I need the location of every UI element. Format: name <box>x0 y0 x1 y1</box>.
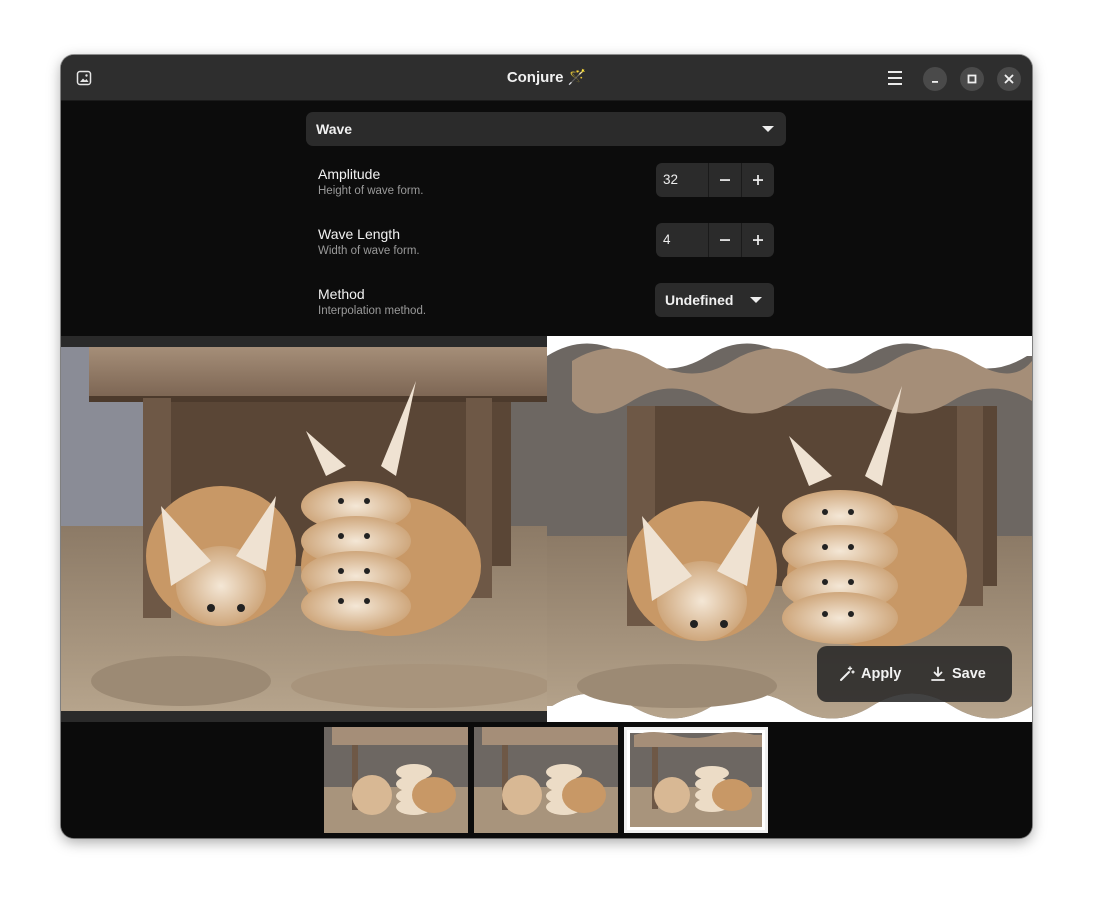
effect-dropdown-label: Wave <box>316 121 353 137</box>
maximize-icon <box>967 74 977 84</box>
thumbnail-strip <box>61 722 1032 838</box>
amplitude-increase-button[interactable] <box>741 163 774 197</box>
main-menu-button[interactable] <box>881 67 909 89</box>
minimize-button[interactable] <box>923 67 947 91</box>
effect-dropdown[interactable]: Wave <box>306 112 786 146</box>
menu-icon-line <box>888 83 902 85</box>
wave-length-row: Wave Length Width of wave form. 4 <box>318 223 774 270</box>
menu-icon-line <box>888 71 902 73</box>
minus-icon <box>720 239 730 241</box>
close-icon <box>1004 74 1014 84</box>
amplitude-spinbutton: 32 <box>656 163 774 197</box>
header-bar: Conjure 🪄 <box>61 55 1032 101</box>
apply-button[interactable]: Apply <box>839 658 909 690</box>
thumbnail-original[interactable] <box>324 727 468 833</box>
method-subtitle: Interpolation method. <box>318 305 427 317</box>
save-label: Save <box>952 666 986 682</box>
maximize-button[interactable] <box>960 67 984 91</box>
wave-length-value[interactable]: 4 <box>663 223 671 257</box>
thumbnail-variant[interactable] <box>474 727 618 833</box>
wave-length-title: Wave Length <box>318 226 400 242</box>
plus-icon <box>753 175 763 185</box>
minus-icon <box>720 179 730 181</box>
amplitude-value[interactable]: 32 <box>663 163 678 197</box>
wave-length-decrease-button[interactable] <box>708 223 741 257</box>
wave-length-subtitle: Width of wave form. <box>318 245 420 257</box>
method-dropdown-label: Undefined <box>665 292 734 308</box>
app-window: Conjure 🪄 Wave Amplitude Height of wave f… <box>61 55 1032 838</box>
original-image-preview <box>61 336 551 722</box>
thumbnail-image <box>624 727 768 833</box>
method-title: Method <box>318 286 365 302</box>
wave-length-increase-button[interactable] <box>741 223 774 257</box>
plus-icon <box>753 235 763 245</box>
method-dropdown[interactable]: Undefined <box>655 283 774 317</box>
close-button[interactable] <box>997 67 1021 91</box>
minimize-icon <box>932 81 938 83</box>
chevron-down-icon <box>750 297 762 303</box>
chevron-down-icon <box>762 126 774 132</box>
original-photo <box>61 347 551 711</box>
save-button[interactable]: Save <box>930 658 992 690</box>
thumbnail-wave-selected[interactable] <box>624 727 768 833</box>
method-row: Method Interpolation method. Undefined <box>318 283 774 330</box>
action-bar: Apply Save <box>817 646 1012 702</box>
magic-wand-icon: 🪄 <box>567 69 587 86</box>
amplitude-title: Amplitude <box>318 166 381 182</box>
menu-icon-line <box>888 77 902 79</box>
thumbnail-image <box>324 727 468 833</box>
magic-wand-icon <box>840 666 855 681</box>
amplitude-row: Amplitude Height of wave form. 32 <box>318 163 774 210</box>
wave-length-spinbutton: 4 <box>656 223 774 257</box>
window-title-text: Conjure <box>506 69 564 86</box>
amplitude-decrease-button[interactable] <box>708 163 741 197</box>
amplitude-subtitle: Height of wave form. <box>318 185 424 197</box>
apply-label: Apply <box>861 666 902 682</box>
thumbnail-image <box>474 727 618 833</box>
download-icon <box>931 666 945 681</box>
